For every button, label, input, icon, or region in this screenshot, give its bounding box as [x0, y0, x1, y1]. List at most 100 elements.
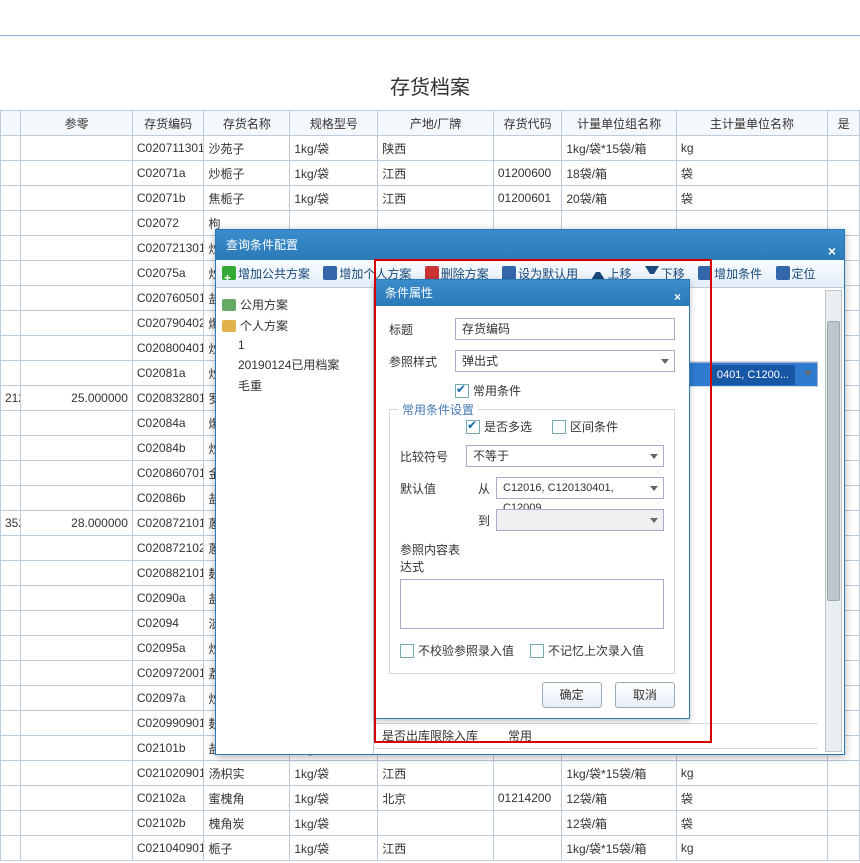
table-row[interactable]: C02102b槐角炭1kg/袋12袋/箱袋: [1, 811, 860, 836]
ok-button[interactable]: 确定: [542, 682, 602, 708]
cell: [828, 186, 860, 211]
cell: [378, 811, 494, 836]
tree-node[interactable]: 毛重: [220, 375, 369, 396]
label-default: 默认值: [400, 480, 466, 497]
cell: [21, 211, 132, 236]
cell: [493, 811, 562, 836]
cell: [21, 811, 132, 836]
cell: 焦栀子: [204, 186, 290, 211]
locate-button[interactable]: 定位: [776, 260, 816, 288]
column-header[interactable]: 是: [828, 111, 860, 136]
scrollbar[interactable]: [825, 290, 842, 752]
cell: C02094: [132, 611, 204, 636]
dialog-title: 查询条件配置: [226, 238, 298, 252]
cell: C02101b: [132, 736, 204, 761]
dialog-title-bar[interactable]: 查询条件配置 ×: [216, 230, 844, 260]
add-public-scheme-button[interactable]: 增加公共方案: [222, 260, 310, 288]
cell: [21, 286, 132, 311]
cell: C020790402: [132, 311, 204, 336]
label-to: 到: [466, 512, 490, 529]
default-to-select[interactable]: [496, 509, 664, 531]
condition-row[interactable]: 是否出库限除入库 常用: [374, 724, 818, 749]
cell: [21, 361, 132, 386]
refstyle-select[interactable]: 弹出式: [455, 350, 675, 372]
compare-select[interactable]: 不等于: [466, 445, 664, 467]
scheme-tree[interactable]: 公用方案 个人方案 1 20190124已用档案 毛重: [216, 288, 374, 754]
dialog-title-bar[interactable]: 条件属性 ×: [375, 280, 689, 306]
cell: [21, 586, 132, 611]
cell: C020711301: [132, 136, 204, 161]
cancel-button[interactable]: 取消: [615, 682, 675, 708]
folder-icon: [222, 299, 236, 311]
table-row[interactable]: C020711301沙苑子1kg/袋陕西1kg/袋*15袋/箱kg: [1, 136, 860, 161]
column-header[interactable]: 存货编码: [132, 111, 204, 136]
label-from: 从: [466, 480, 490, 497]
table-row[interactable]: C02071a炒栀子1kg/袋江西0120060018袋/箱袋: [1, 161, 860, 186]
tree-node[interactable]: 1: [220, 336, 369, 354]
label-expression: 参照内容表达式: [400, 541, 466, 575]
column-header[interactable]: 存货代码: [493, 111, 562, 136]
tree-node[interactable]: 20190124已用档案: [220, 354, 369, 375]
cell: 1kg/袋: [290, 786, 378, 811]
column-header[interactable]: 规格型号: [290, 111, 378, 136]
tree-node-public[interactable]: 公用方案: [220, 294, 369, 315]
column-header[interactable]: 主计量单位名称: [676, 111, 827, 136]
table-row[interactable]: C02071b焦栀子1kg/袋江西0120060120袋/箱袋: [1, 186, 860, 211]
scrollbar-thumb[interactable]: [827, 321, 840, 601]
cell: [1, 436, 21, 461]
cell: [21, 161, 132, 186]
label-refstyle: 参照样式: [389, 353, 455, 370]
cell: [828, 136, 860, 161]
cell: C02102a: [132, 786, 204, 811]
cell: C02090a: [132, 586, 204, 611]
cell: 1kg/袋: [290, 836, 378, 861]
multi-select-checkbox[interactable]: [466, 420, 480, 434]
folder-icon: [222, 320, 236, 332]
cell: kg: [676, 761, 827, 786]
locate-icon: [776, 266, 790, 280]
cell: [1, 636, 21, 661]
novalidate-checkbox[interactable]: [400, 644, 414, 658]
cell: 蜜槐角: [204, 786, 290, 811]
expression-textarea[interactable]: [400, 579, 664, 629]
cell: 25.000000: [21, 386, 132, 411]
column-header[interactable]: 存货名称: [204, 111, 290, 136]
cell: [493, 136, 562, 161]
cell: [828, 786, 860, 811]
column-header[interactable]: 参零: [21, 111, 132, 136]
close-icon[interactable]: ×: [674, 284, 681, 310]
fieldset-legend: 常用条件设置: [398, 401, 478, 418]
close-icon[interactable]: ×: [828, 236, 836, 266]
table-row[interactable]: C021020901汤枳实1kg/袋江西1kg/袋*15袋/箱kg: [1, 761, 860, 786]
cell: [21, 561, 132, 586]
table-row[interactable]: C02102a蜜槐角1kg/袋北京0121420012袋/箱袋: [1, 786, 860, 811]
title-input[interactable]: 存货编码: [455, 318, 675, 340]
common-settings-fieldset: 常用条件设置 是否多选 区间条件 比较符号 不等于 默认值 从 C12016, …: [389, 409, 675, 674]
cell: [1, 661, 21, 686]
cell: 沙苑子: [204, 136, 290, 161]
cell: [21, 236, 132, 261]
cell: C02071b: [132, 186, 204, 211]
common-condition-checkbox[interactable]: [455, 384, 469, 398]
column-header[interactable]: 计量单位组名称: [562, 111, 677, 136]
arrow-down-icon: [645, 266, 659, 280]
default-from-select[interactable]: C12016, C120130401, C12009…: [496, 477, 664, 499]
cell: [1, 486, 21, 511]
condition-property-dialog: 条件属性 × 标题 存货编码 参照样式 弹出式 常用条件 常用条件设置 是否多选…: [374, 279, 690, 719]
page-title: 存货档案: [0, 35, 860, 110]
add-icon: [222, 266, 236, 280]
cell: [1, 261, 21, 286]
cell: 北京: [378, 786, 494, 811]
add-condition-button[interactable]: 增加条件: [698, 260, 762, 288]
column-header[interactable]: 产地/厂牌: [378, 111, 494, 136]
cell: 江西: [378, 761, 494, 786]
noremember-checkbox[interactable]: [530, 644, 544, 658]
column-header[interactable]: [1, 111, 21, 136]
cell: [1, 611, 21, 636]
tree-node-personal[interactable]: 个人方案: [220, 315, 369, 336]
range-condition-checkbox[interactable]: [552, 420, 566, 434]
cell: [1, 761, 21, 786]
table-row[interactable]: C021040901栀子1kg/袋江西1kg/袋*15袋/箱kg: [1, 836, 860, 861]
cell: [1, 236, 21, 261]
cell: [1, 286, 21, 311]
